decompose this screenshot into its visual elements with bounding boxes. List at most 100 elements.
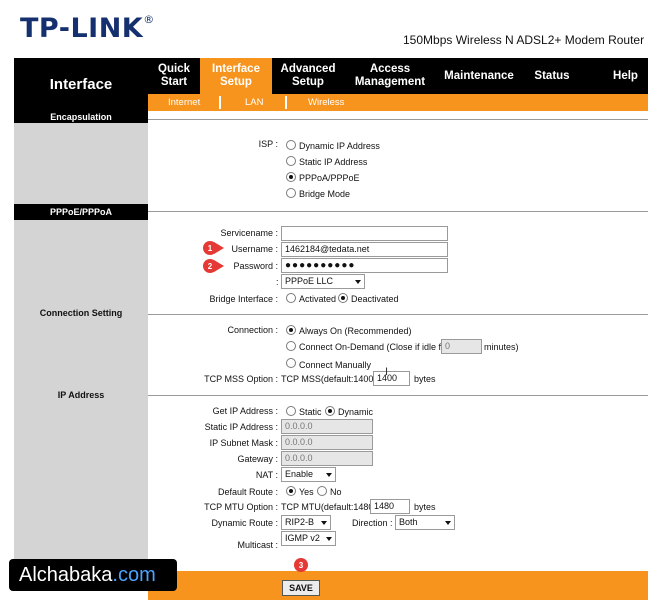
default-route-no-radio[interactable] — [317, 486, 327, 496]
get-ip-static-label: Static — [299, 407, 322, 417]
watermark-logo: Alchabaka .com — [9, 559, 177, 591]
text-cursor-icon: I — [385, 366, 389, 378]
sub-navigation: Internet LAN Wireless — [148, 94, 648, 111]
isp-dynamic-radio[interactable] — [286, 140, 296, 150]
isp-static-label: Static IP Address — [299, 157, 368, 167]
subnav-divider — [219, 96, 221, 109]
bridge-deactivated-label: Deactivated — [351, 294, 399, 304]
isp-label: ISP : — [258, 139, 278, 149]
top-navigation: Quick Start Interface Setup Advanced Set… — [148, 58, 648, 94]
username-input[interactable]: 1462184@tedata.net — [281, 242, 448, 257]
subnet-mask-input[interactable]: 0.0.0.0 — [281, 435, 373, 450]
sidebar-title: Interface — [14, 58, 148, 111]
encapsulation-select[interactable]: PPPoE LLC — [281, 274, 365, 289]
servicename-input[interactable] — [281, 226, 448, 241]
subnav-divider — [285, 96, 287, 109]
tcp-mtu-text: TCP MTU(default:1480) — [281, 502, 377, 512]
dynamic-route-label: Dynamic Route : — [211, 518, 278, 528]
section-pppoe: PPPoE/PPPoA — [14, 204, 148, 220]
get-ip-label: Get IP Address : — [212, 406, 278, 416]
isp-bridge-label: Bridge Mode — [299, 189, 351, 199]
chevron-down-icon — [326, 537, 332, 541]
minutes-label: minutes) — [484, 342, 519, 352]
static-ip-label: Static IP Address : — [204, 422, 278, 432]
nav-help[interactable]: Help — [603, 58, 648, 94]
bridge-interface-label: Bridge Interface : — [209, 294, 278, 304]
subnet-mask-label: IP Subnet Mask : — [209, 438, 278, 448]
bottom-action-bar — [148, 571, 648, 600]
divider — [148, 395, 648, 396]
connection-on-demand-radio[interactable] — [286, 341, 296, 351]
direction-select[interactable]: Both — [395, 515, 455, 530]
section-connection-setting: Connection Setting — [39, 308, 123, 318]
subnav-internet[interactable]: Internet — [168, 97, 200, 108]
divider — [148, 314, 648, 315]
divider — [148, 119, 648, 120]
step-marker-1: 1 — [203, 241, 217, 255]
divider — [148, 211, 648, 212]
gateway-label: Gateway : — [237, 454, 278, 464]
default-route-yes-label: Yes — [299, 487, 314, 497]
tcp-mss-unit: bytes — [414, 374, 436, 384]
isp-pppoe-label: PPPoA/PPPoE — [299, 173, 360, 183]
isp-static-radio[interactable] — [286, 156, 296, 166]
nav-interface-setup[interactable]: Interface Setup — [200, 58, 272, 94]
multicast-label: Multicast : — [237, 540, 278, 550]
nat-label: NAT : — [255, 470, 278, 480]
connection-on-demand-label: Connect On-Demand (Close if idle for — [299, 342, 450, 352]
connection-manual-radio[interactable] — [286, 358, 296, 368]
isp-pppoe-radio[interactable] — [286, 172, 296, 182]
get-ip-dynamic-radio[interactable] — [325, 406, 335, 416]
chevron-down-icon — [321, 521, 327, 525]
encap-colon: : — [276, 277, 279, 287]
servicename-label: Servicename : — [220, 228, 278, 238]
step-marker-2: 2 — [203, 259, 217, 273]
multicast-select[interactable]: IGMP v2 — [281, 531, 336, 546]
bridge-deactivated-radio[interactable] — [338, 293, 348, 303]
tcp-mtu-unit: bytes — [414, 502, 436, 512]
bridge-activated-radio[interactable] — [286, 293, 296, 303]
nat-select[interactable]: Enable — [281, 467, 336, 482]
static-ip-input[interactable]: 0.0.0.0 — [281, 419, 373, 434]
connection-manual-label: Connect Manually — [299, 360, 372, 370]
nav-access-management[interactable]: Access Management — [344, 58, 436, 94]
password-label: Password : — [233, 261, 278, 271]
bridge-activated-label: Activated — [299, 294, 337, 304]
dynamic-route-select[interactable]: RIP2-B — [281, 515, 331, 530]
default-route-yes-radio[interactable] — [286, 486, 296, 496]
subnav-lan[interactable]: LAN — [245, 97, 263, 108]
nav-status[interactable]: Status — [526, 58, 578, 94]
tcp-mtu-input[interactable]: 1480 — [370, 499, 410, 514]
chevron-down-icon — [326, 473, 332, 477]
isp-bridge-radio[interactable] — [286, 188, 296, 198]
get-ip-static-radio[interactable] — [286, 406, 296, 416]
step-marker-3: 3 — [294, 558, 308, 572]
password-input[interactable]: ●●●●●●●●●● — [281, 258, 448, 273]
get-ip-dynamic-label: Dynamic — [338, 407, 374, 417]
default-route-label: Default Route : — [217, 487, 278, 497]
connection-always-on-radio[interactable] — [286, 325, 296, 335]
tcp-mss-text: TCP MSS(default:1400) — [281, 374, 377, 384]
tcp-mtu-label: TCP MTU Option : — [204, 502, 278, 512]
nav-quick-start[interactable]: Quick Start — [148, 58, 200, 94]
connection-label: Connection : — [227, 325, 278, 335]
tcp-mss-label: TCP MSS Option : — [204, 374, 278, 384]
tp-link-logo: TP-LINK® — [20, 13, 155, 44]
connection-always-on-label: Always On (Recommended) — [299, 326, 412, 336]
direction-label: Direction : — [352, 518, 393, 528]
chevron-down-icon — [445, 521, 451, 525]
username-label: Username : — [231, 244, 278, 254]
section-encapsulation: Encapsulation — [14, 111, 148, 123]
save-button[interactable]: SAVE — [282, 580, 320, 596]
tcp-mss-input[interactable]: 1400 — [373, 371, 410, 386]
chevron-down-icon — [355, 280, 361, 284]
section-ip-address: IP Address — [57, 390, 105, 400]
subnav-wireless[interactable]: Wireless — [308, 97, 344, 108]
idle-minutes-input[interactable]: 0 — [441, 339, 482, 354]
nav-maintenance[interactable]: Maintenance — [438, 58, 520, 94]
gateway-input[interactable]: 0.0.0.0 — [281, 451, 373, 466]
default-route-no-label: No — [330, 487, 342, 497]
model-name: 150Mbps Wireless N ADSL2+ Modem Router — [403, 33, 645, 47]
isp-dynamic-label: Dynamic IP Address — [299, 141, 380, 151]
nav-advanced-setup[interactable]: Advanced Setup — [272, 58, 344, 94]
